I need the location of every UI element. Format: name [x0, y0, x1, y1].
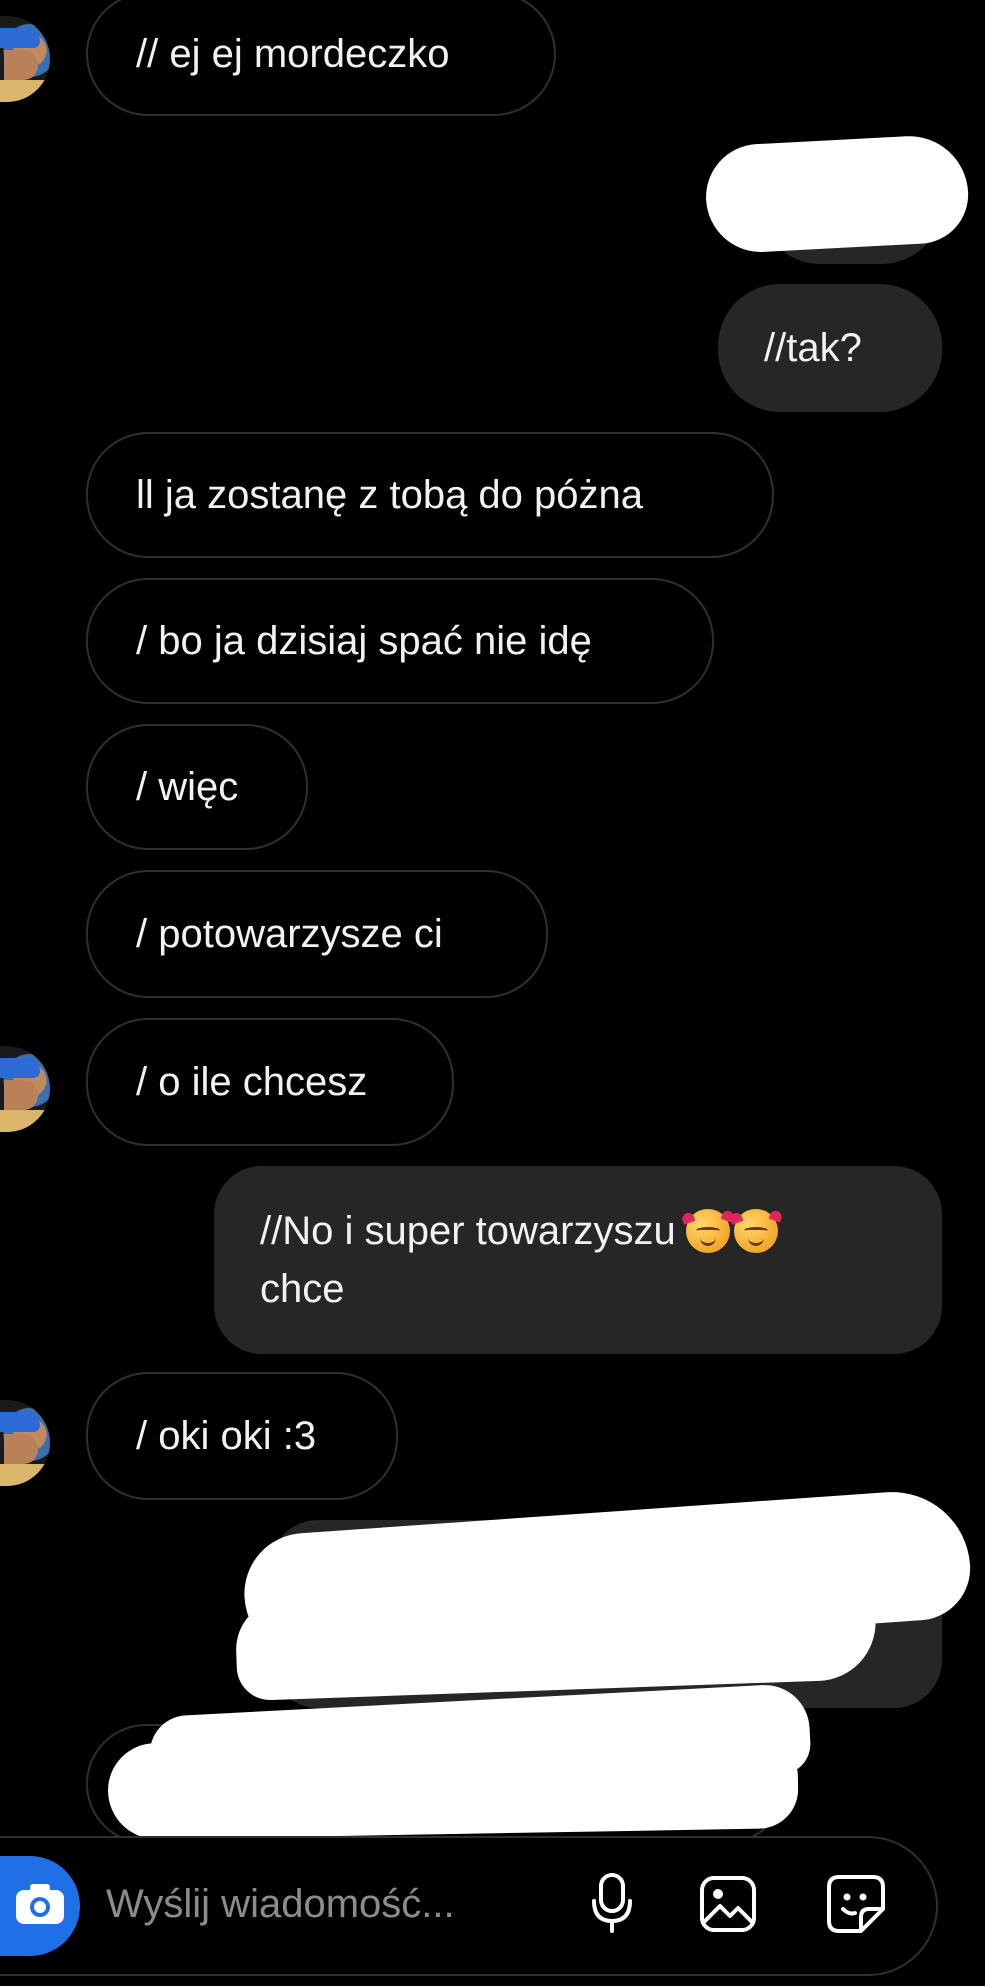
avatar-shirt	[0, 1464, 50, 1486]
message-text: / o ile chcesz	[136, 1060, 368, 1104]
chat-thread: // ej ej mordeczko //tak? ll ja zostanę …	[0, 0, 985, 1986]
message-text: / bo ja dzisiaj spać nie idę	[136, 619, 592, 663]
smiling-face-with-hearts-icon	[733, 1209, 778, 1253]
message-text: / oki oki :3	[136, 1414, 317, 1458]
avatar-face	[4, 1080, 38, 1110]
message-text: / więc	[136, 765, 239, 809]
avatar-shirt	[0, 80, 50, 102]
microphone-icon	[590, 1872, 634, 1940]
contact-avatar[interactable]	[0, 16, 50, 102]
sticker-icon	[825, 1873, 887, 1940]
message-text: //tak?	[764, 326, 862, 370]
avatar-face	[4, 1434, 38, 1464]
avatar-cap	[0, 28, 40, 48]
microphone-button[interactable]	[574, 1866, 650, 1946]
incoming-message[interactable]: / potowarzysze ci	[86, 870, 548, 998]
message-text: ll ja zostanę z tobą do póżna	[136, 473, 644, 517]
avatar-face	[4, 50, 38, 80]
avatar-cap	[0, 1412, 40, 1432]
incoming-message[interactable]: / bo ja dzisiaj spać nie idę	[86, 578, 714, 704]
message-line: //No i super towarzyszu	[260, 1202, 778, 1260]
incoming-message[interactable]: / więc	[86, 724, 308, 850]
message-text: chce	[260, 1267, 345, 1311]
outgoing-message[interactable]: //tak?	[718, 284, 942, 412]
contact-avatar[interactable]	[0, 1400, 50, 1486]
message-text: // ej ej mordeczko	[136, 32, 450, 76]
redaction-mark	[703, 133, 971, 255]
message-input[interactable]: Wyślij wiadomość...	[106, 1874, 526, 1934]
image-icon	[698, 1874, 758, 1939]
redaction-mark	[107, 1731, 799, 1841]
gallery-button[interactable]	[690, 1866, 766, 1946]
message-text: / potowarzysze ci	[136, 912, 443, 956]
smiling-face-with-hearts-icon	[685, 1209, 730, 1253]
incoming-message[interactable]: ll ja zostanę z tobą do póżna	[86, 432, 774, 558]
avatar-cap	[0, 1058, 40, 1078]
sticker-button[interactable]	[818, 1866, 894, 1946]
incoming-message[interactable]: / oki oki :3	[86, 1372, 398, 1500]
incoming-message[interactable]: / o ile chcesz	[86, 1018, 454, 1146]
contact-avatar[interactable]	[0, 1046, 50, 1132]
avatar-shirt	[0, 1110, 50, 1132]
camera-icon	[14, 1882, 66, 1931]
incoming-message[interactable]: // ej ej mordeczko	[86, 0, 556, 116]
message-text: //No i super towarzyszu	[260, 1209, 676, 1253]
outgoing-message[interactable]: //No i super towarzyszu chce	[214, 1166, 942, 1354]
